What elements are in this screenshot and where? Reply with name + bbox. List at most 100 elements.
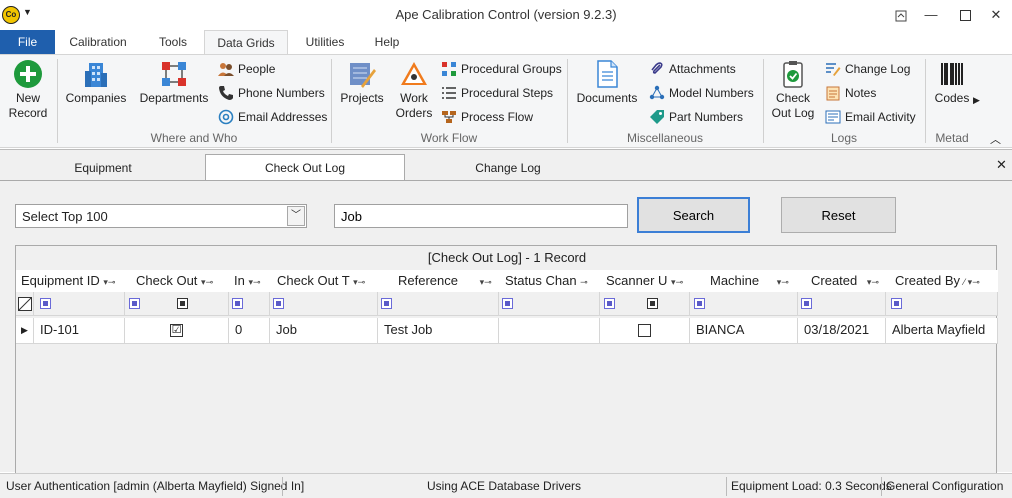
tab-change-log[interactable]: Change Log xyxy=(408,156,608,180)
cell-status-change[interactable] xyxy=(499,318,600,344)
status-drivers: Using ACE Database Drivers xyxy=(426,479,582,493)
restore-panel-icon[interactable] xyxy=(886,4,916,26)
check-out-checkbox[interactable]: ☑ xyxy=(170,324,183,337)
filter-cell-scanner-used[interactable] xyxy=(600,292,690,316)
column-header-reference[interactable]: Reference ▾⊸ xyxy=(378,270,500,292)
cell-created-by[interactable]: Alberta Mayfield xyxy=(886,318,998,344)
cell-check-out[interactable]: ☑ xyxy=(125,318,229,344)
filter-cell-machine[interactable] xyxy=(690,292,798,316)
document-icon xyxy=(597,60,618,88)
grid-header-row: Equipment ID ▾⊸ Check Out ▾⊸ In ▾⊸ Check… xyxy=(16,270,998,292)
email-activity-icon xyxy=(825,110,841,124)
filter-cell-status-change[interactable] xyxy=(499,292,600,316)
change-log-button[interactable]: Change Log xyxy=(825,59,910,79)
column-menu-icon: ▾⊸ xyxy=(103,277,116,287)
list-icon xyxy=(442,87,456,99)
projects-button[interactable]: Projects xyxy=(336,59,388,106)
column-header-created[interactable]: Created ▾⊸ xyxy=(799,270,889,292)
status-bar: User Authentication [admin (Alberta Mayf… xyxy=(0,473,1012,498)
grid-filter-row xyxy=(16,292,998,316)
close-tab-icon[interactable]: ✕ xyxy=(996,157,1007,173)
cell-scanner-used[interactable] xyxy=(600,318,690,344)
codes-button[interactable]: Codes xyxy=(932,59,972,106)
notes-button[interactable]: Notes xyxy=(825,83,876,103)
grid-caption: [Check Out Log] - 1 Record xyxy=(427,250,587,265)
filter-cell-equipment-id[interactable] xyxy=(34,292,125,316)
close-window-button[interactable]: ✕ xyxy=(981,4,1011,26)
part-numbers-button[interactable]: Part Numbers xyxy=(649,107,743,127)
column-header-status-change[interactable]: Status Chan ⊸ xyxy=(500,270,600,292)
process-flow-button[interactable]: Process Flow xyxy=(441,107,533,127)
collapse-ribbon-icon[interactable]: ︿ xyxy=(990,131,1001,147)
filter-cell-in[interactable] xyxy=(229,292,270,316)
check-out-log-button[interactable]: Check Out Log xyxy=(767,59,819,121)
filter-clear-icon[interactable] xyxy=(16,292,34,316)
cell-created[interactable]: 03/18/2021 xyxy=(798,318,886,344)
column-header-scanner-used[interactable]: Scanner U ▾⊸ xyxy=(601,270,691,292)
chevron-down-icon[interactable]: ﹀ xyxy=(287,206,305,226)
search-button[interactable]: Search xyxy=(637,197,750,233)
tab-calibration[interactable]: Calibration xyxy=(62,30,134,54)
clipboard-check-icon xyxy=(783,61,803,88)
column-header-check-out[interactable]: Check Out ▾⊸ xyxy=(131,270,231,292)
filter-cell-created[interactable] xyxy=(798,292,886,316)
tab-help[interactable]: Help xyxy=(366,30,408,54)
filter-cell-reference[interactable] xyxy=(378,292,499,316)
work-orders-button[interactable]: Work Orders xyxy=(392,59,436,121)
filter-icon xyxy=(273,298,284,309)
phone-numbers-button[interactable]: Phone Numbers xyxy=(218,83,325,103)
filter-cell-check-out-type[interactable] xyxy=(270,292,378,316)
companies-button[interactable]: Companies xyxy=(62,59,130,106)
procedural-steps-button[interactable]: Procedural Steps xyxy=(441,83,553,103)
warning-triangle-icon xyxy=(401,62,427,85)
tab-file[interactable]: File xyxy=(0,30,55,54)
top-count-select[interactable]: Select Top 100 ﹀ xyxy=(15,204,307,228)
minimize-button[interactable]: — xyxy=(916,4,946,26)
group-label-logs: Logs xyxy=(830,131,858,145)
column-menu-icon: ▾⊸ xyxy=(866,277,879,287)
process-flow-icon xyxy=(442,110,456,123)
column-header-created-by[interactable]: Created By ⁄ ▾⊸ xyxy=(890,270,998,292)
column-header-equipment-id[interactable]: Equipment ID ▾⊸ xyxy=(16,270,126,292)
new-record-button[interactable]: New Record xyxy=(4,59,52,121)
departments-button[interactable]: Departments xyxy=(136,59,212,106)
org-chart-icon xyxy=(162,62,186,86)
search-input[interactable] xyxy=(334,204,628,228)
model-numbers-button[interactable]: Model Numbers xyxy=(649,83,754,103)
procedural-groups-button[interactable]: Procedural Groups xyxy=(441,59,562,79)
column-header-machine[interactable]: Machine ▾⊸ xyxy=(691,270,799,292)
cell-equipment-id[interactable]: ID-101 xyxy=(34,318,125,344)
attachments-button[interactable]: Attachments xyxy=(649,59,736,79)
ribbon-scroll-right-icon[interactable]: ▶ xyxy=(973,95,980,106)
column-menu-icon: ▾⊸ xyxy=(479,277,492,287)
tab-utilities[interactable]: Utilities xyxy=(296,30,354,54)
group-label-metadata: Metad xyxy=(935,131,969,145)
reset-button[interactable]: Reset xyxy=(781,197,896,233)
cell-machine[interactable]: BIANCA xyxy=(690,318,798,344)
documents-button[interactable]: Documents xyxy=(572,59,642,106)
title-bar: Co ▼ Ape Calibration Control (version 9.… xyxy=(0,0,1012,30)
people-button[interactable]: People xyxy=(218,59,275,79)
email-activity-button[interactable]: Email Activity xyxy=(825,107,916,127)
column-header-check-out-type[interactable]: Check Out T ▾⊸ xyxy=(272,270,378,292)
table-row[interactable]: ▶ ID-101 ☑ 0 Job Test Job BIANCA 03/18/2… xyxy=(16,318,998,344)
tab-equipment[interactable]: Equipment xyxy=(3,156,203,180)
cell-in[interactable]: 0 xyxy=(229,318,270,344)
cell-reference[interactable]: Test Job xyxy=(378,318,499,344)
column-menu-icon: ⊸ xyxy=(580,277,588,287)
scanner-used-checkbox[interactable] xyxy=(638,324,651,337)
at-sign-icon xyxy=(218,109,234,125)
cell-check-out-type[interactable]: Job xyxy=(270,318,378,344)
people-icon xyxy=(218,62,234,76)
flow-groups-icon xyxy=(442,61,456,76)
filter-cell-created-by[interactable] xyxy=(886,292,998,316)
tab-data-grids[interactable]: Data Grids xyxy=(204,30,288,54)
row-indicator-icon: ▶ xyxy=(16,318,34,344)
column-header-in[interactable]: In ▾⊸ xyxy=(229,270,273,292)
filter-cell-check-out[interactable] xyxy=(125,292,229,316)
email-addresses-button[interactable]: Email Addresses xyxy=(218,107,327,127)
blueprint-icon xyxy=(350,63,376,88)
tab-check-out-log[interactable]: Check Out Log xyxy=(205,154,405,181)
tab-tools[interactable]: Tools xyxy=(148,30,198,54)
maximize-button[interactable] xyxy=(950,4,980,26)
